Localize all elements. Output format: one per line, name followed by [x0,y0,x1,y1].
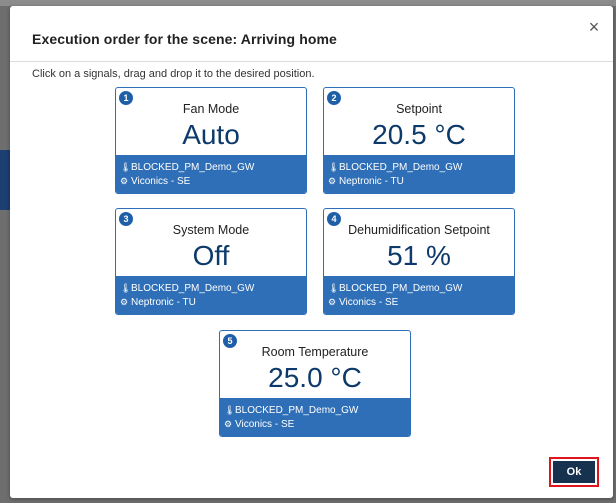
signal-card-fan-mode[interactable]: 1 Fan Mode Auto 🌡BLOCKED_PM_Demo_GW ⚙ Vic… [115,87,307,194]
signal-value: 51 % [387,240,451,271]
device-icon: ⚙ [120,176,129,186]
signal-name: Fan Mode [182,102,240,116]
device-name: Neptronic - TU [131,297,196,308]
close-icon[interactable]: × [585,18,603,36]
ok-button-highlight: Ok [549,457,599,487]
gateway-name: BLOCKED_PM_Demo_GW [131,283,255,294]
instructions-text: Click on a signals, drag and drop it to … [32,68,315,80]
signal-value: Auto [182,119,240,150]
thermometer-icon: 🌡 [328,162,340,172]
gateway-name: BLOCKED_PM_Demo_GW [339,283,463,294]
signal-card-room-temperature[interactable]: 5 Room Temperature 25.0 °C 🌡BLOCKED_PM_D… [219,330,411,437]
signal-footer: 🌡BLOCKED_PM_Demo_GW ⚙ Neptronic - TU [324,155,514,193]
signal-value: Off [192,240,230,271]
signal-name: Dehumidification Setpoint [348,223,490,237]
ok-button[interactable]: Ok [553,461,595,483]
gateway-name: BLOCKED_PM_Demo_GW [235,405,359,416]
device-icon: ⚙ [328,297,337,307]
signal-value: 25.0 °C [268,362,362,393]
thermometer-icon: 🌡 [120,283,132,293]
signal-footer: 🌡BLOCKED_PM_Demo_GW ⚙ Viconics - SE [116,155,306,193]
thermometer-icon: 🌡 [120,162,132,172]
signal-footer: 🌡BLOCKED_PM_Demo_GW ⚙ Viconics - SE [324,276,514,314]
execution-order-dialog: Execution order for the scene: Arriving … [10,6,613,498]
signal-value: 20.5 °C [372,119,466,150]
signal-card-system-mode[interactable]: 3 System Mode Off 🌡BLOCKED_PM_Demo_GW ⚙ N… [115,208,307,315]
device-name: Viconics - SE [235,419,295,430]
divider [10,61,613,62]
dialog-title: Execution order for the scene: Arriving … [32,31,337,47]
gateway-name: BLOCKED_PM_Demo_GW [339,162,463,173]
signal-footer: 🌡BLOCKED_PM_Demo_GW ⚙ Viconics - SE [220,398,410,436]
signal-card-dehumidification-setpoint[interactable]: 4 Dehumidification Setpoint 51 % 🌡BLOCKE… [323,208,515,315]
signal-name: Setpoint [396,102,442,116]
device-name: Viconics - SE [339,297,399,308]
device-icon: ⚙ [120,297,129,307]
thermometer-icon: 🌡 [328,283,340,293]
signal-name: Room Temperature [261,345,369,359]
signal-name: System Mode [172,223,250,237]
signal-card-setpoint[interactable]: 2 Setpoint 20.5 °C 🌡BLOCKED_PM_Demo_GW ⚙… [323,87,515,194]
device-icon: ⚙ [328,176,337,186]
device-icon: ⚙ [224,419,233,429]
thermometer-icon: 🌡 [224,405,236,415]
gateway-name: BLOCKED_PM_Demo_GW [131,162,255,173]
device-name: Neptronic - TU [339,176,404,187]
device-name: Viconics - SE [131,176,191,187]
background-sidebar-accent [0,150,10,210]
signal-footer: 🌡BLOCKED_PM_Demo_GW ⚙ Neptronic - TU [116,276,306,314]
